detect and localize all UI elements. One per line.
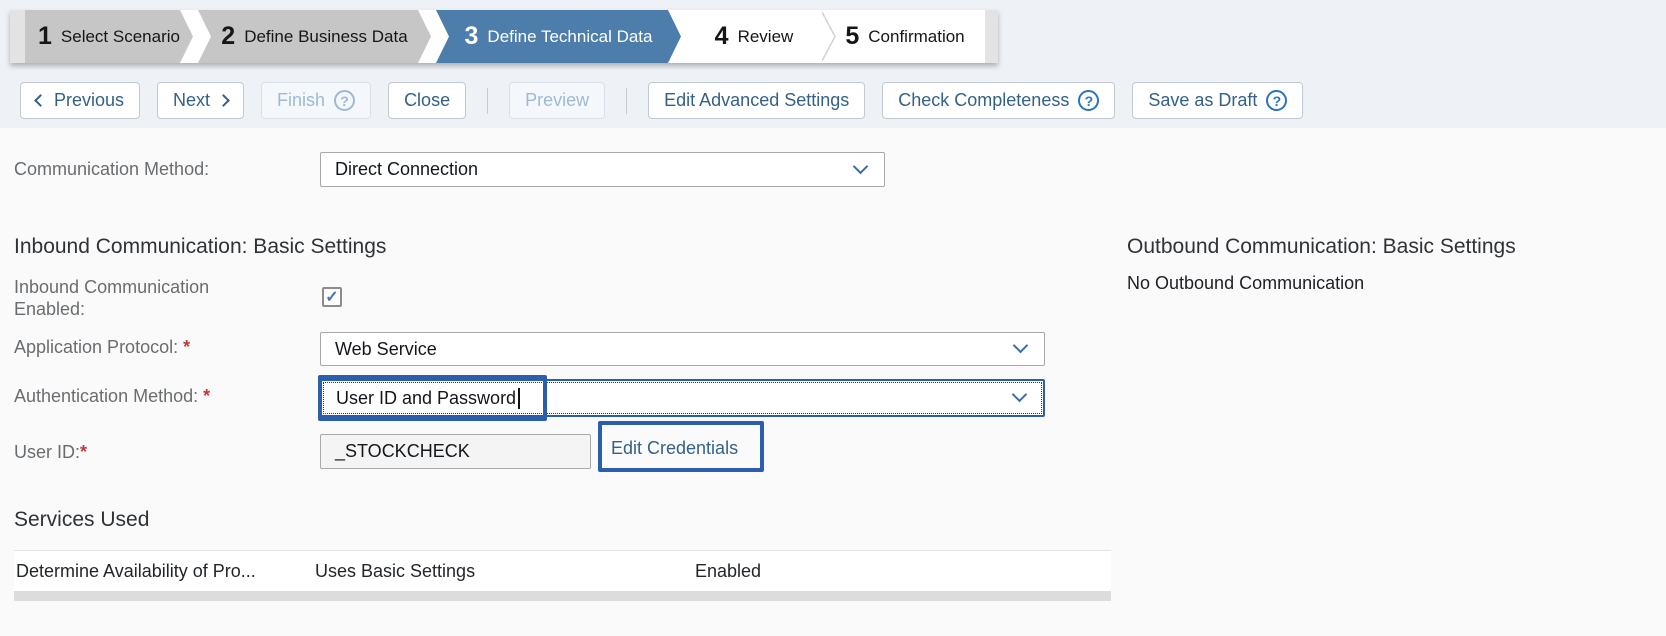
user-id-label: User ID:* — [14, 442, 88, 462]
step-define-business-data[interactable]: 2 Define Business Data — [198, 10, 431, 63]
horizontal-scrollbar[interactable] — [14, 591, 1111, 601]
user-id-value: _STOCKCHECK — [335, 441, 470, 461]
services-used-heading: Services Used — [14, 508, 150, 531]
authentication-method-combobox[interactable]: User ID and Password — [320, 379, 1045, 417]
wizard-step-bar: 1 Select Scenario 2 Define Business Data… — [10, 10, 998, 63]
preview-button-label: Preview — [525, 90, 590, 110]
required-asterisk: * — [183, 337, 191, 357]
step-label: Define Technical Data — [487, 26, 653, 46]
finish-button-label: Finish — [277, 90, 326, 110]
help-icon: ? — [1266, 90, 1288, 111]
service-name-cell: Determine Availability of Pro... — [16, 561, 256, 581]
communication-arrangement-wizard: 1 Select Scenario 2 Define Business Data… — [0, 0, 1666, 636]
step-define-technical-data[interactable]: 3 Define Technical Data — [436, 10, 681, 63]
chevron-down-icon — [1012, 337, 1029, 354]
inbound-enabled-checkbox[interactable]: ✓ — [322, 287, 342, 307]
help-icon: ? — [1078, 90, 1100, 111]
outbound-section-heading: Outbound Communication: Basic Settings — [1127, 235, 1516, 258]
check-completeness-label: Check Completeness — [898, 90, 1070, 110]
text-caret — [518, 387, 521, 409]
step-select-scenario[interactable]: 1 Select Scenario — [25, 10, 193, 63]
application-protocol-select[interactable]: Web Service — [320, 332, 1045, 366]
toolbar-divider — [487, 87, 489, 114]
communication-method-label: Communication Method: — [14, 159, 210, 179]
chevron-down-icon — [1011, 386, 1028, 403]
toolbar-divider — [626, 87, 628, 114]
service-settings-cell: Uses Basic Settings — [315, 561, 476, 581]
application-protocol-value: Web Service — [335, 338, 437, 359]
step-number: 3 — [464, 22, 479, 50]
preview-button: Preview — [509, 82, 606, 119]
next-button-label: Next — [173, 90, 211, 110]
communication-method-select[interactable]: Direct Connection — [320, 152, 885, 187]
step-number: 4 — [714, 22, 729, 50]
step-label: Select Scenario — [60, 26, 180, 46]
close-button[interactable]: Close — [388, 82, 467, 119]
required-asterisk: * — [80, 442, 88, 462]
service-status-cell: Enabled — [695, 561, 762, 581]
step-label: Define Business Data — [244, 26, 408, 46]
step-number: 1 — [38, 22, 52, 50]
edit-advanced-settings-button[interactable]: Edit Advanced Settings — [648, 82, 866, 119]
chevron-down-icon — [852, 158, 869, 174]
step-separator-chevron — [822, 11, 836, 62]
save-as-draft-button[interactable]: Save as Draft ? — [1132, 82, 1304, 119]
communication-method-value: Direct Connection — [335, 159, 479, 179]
next-button[interactable]: Next — [157, 82, 245, 119]
chevron-left-icon — [34, 94, 47, 107]
step-label: Confirmation — [868, 26, 965, 46]
step-bar-left-cap — [10, 10, 25, 63]
service-row[interactable]: Determine Availability of Pro... Uses Ba… — [14, 550, 1111, 591]
outbound-empty-text: No Outbound Communication — [1127, 273, 1365, 293]
previous-button[interactable]: Previous — [20, 82, 141, 119]
previous-button-label: Previous — [54, 90, 125, 110]
step-confirmation[interactable]: 5 Confirmation — [827, 10, 983, 63]
step-label: Review — [737, 26, 794, 46]
authentication-method-label: Authentication Method: * — [14, 386, 211, 406]
edit-advanced-settings-label: Edit Advanced Settings — [664, 90, 850, 110]
finish-button: Finish ? — [261, 82, 372, 119]
check-completeness-button[interactable]: Check Completeness ? — [882, 82, 1116, 119]
step-review[interactable]: 4 Review — [686, 10, 822, 63]
help-icon: ? — [334, 90, 356, 111]
inbound-section-heading: Inbound Communication: Basic Settings — [14, 235, 387, 258]
services-table: Determine Availability of Pro... Uses Ba… — [14, 550, 1111, 601]
authentication-method-value: User ID and Password — [336, 387, 517, 408]
user-id-field: _STOCKCHECK — [320, 434, 591, 469]
wizard-toolbar: Previous Next Finish ? Close Preview Edi… — [20, 82, 1304, 119]
save-as-draft-label: Save as Draft — [1148, 90, 1258, 110]
close-button-label: Close — [404, 90, 451, 110]
step-number: 5 — [845, 22, 860, 50]
step-number: 2 — [221, 22, 236, 50]
edit-credentials-button[interactable]: Edit Credentials — [611, 438, 738, 459]
step-bar-right-cap — [985, 10, 998, 63]
inbound-enabled-label: Inbound Communication Enabled: — [14, 277, 210, 319]
required-asterisk: * — [203, 386, 211, 406]
chevron-right-icon — [217, 94, 230, 107]
application-protocol-label: Application Protocol: * — [14, 337, 191, 357]
check-icon: ✓ — [325, 289, 339, 306]
